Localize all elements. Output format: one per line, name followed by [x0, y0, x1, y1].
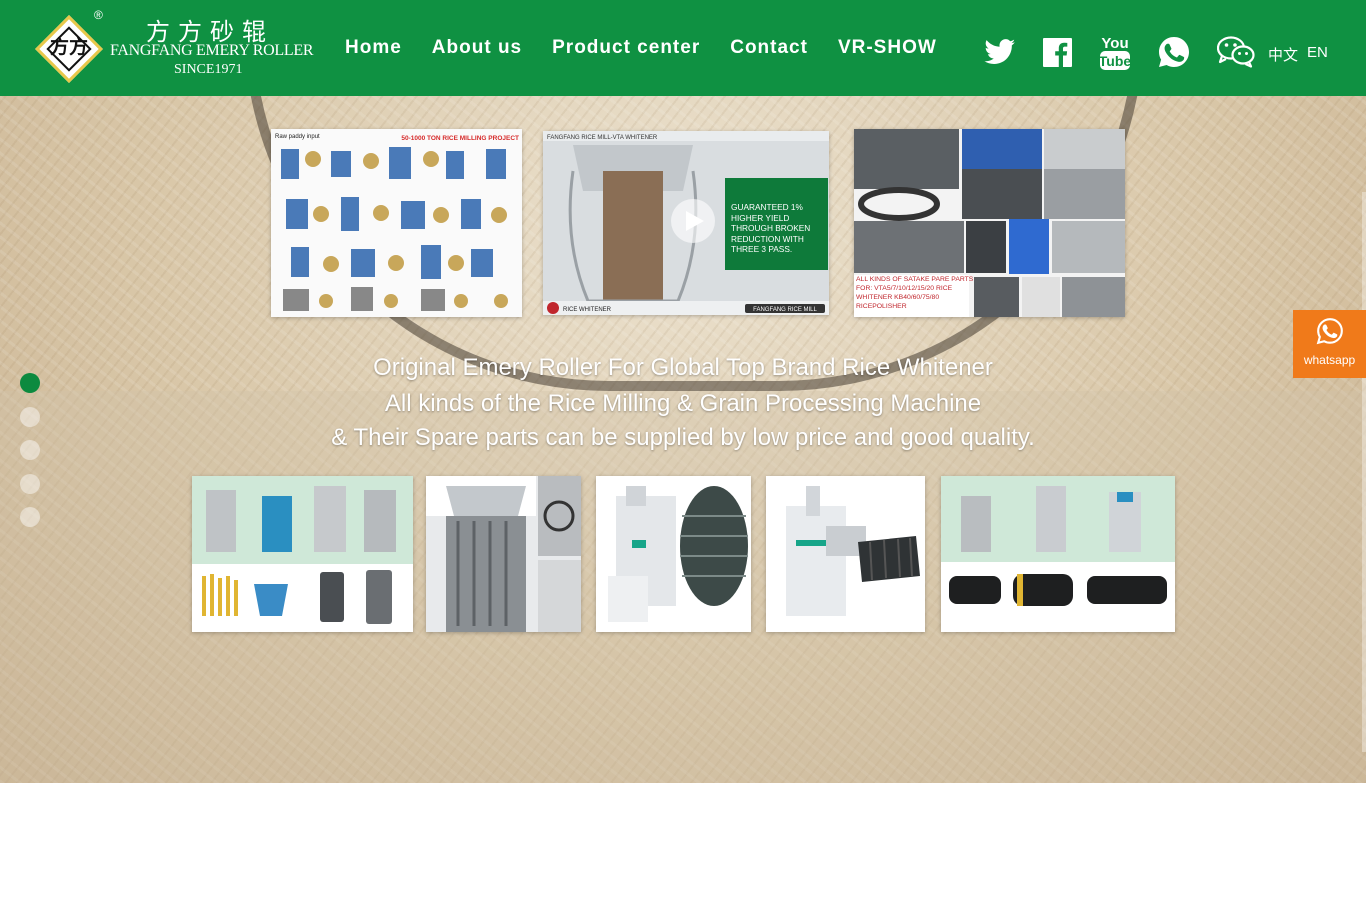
- logo-english-name: FANGFANG EMERY ROLLER: [110, 42, 314, 59]
- twitter-icon[interactable]: [984, 39, 1016, 65]
- banner-edge-bar: [1362, 192, 1366, 752]
- t3-caption: ALL KINDS OF SATAKE PARE PARTS FOR: VTA5…: [856, 276, 974, 310]
- slide-dot-1[interactable]: [20, 373, 40, 393]
- hero-banner: Raw paddy input 50-1000 TON RICE MILLING…: [0, 96, 1366, 783]
- registered-mark: ®: [94, 8, 103, 22]
- site-header: 方方 ® 方方砂辊 FANGFANG EMERY ROLLER SINCE197…: [0, 0, 1366, 96]
- whatsapp-float-button[interactable]: whatsapp: [1293, 310, 1366, 378]
- banner-caption-line2: All kinds of the Rice Milling & Grain Pr…: [384, 390, 982, 417]
- thumb-rice-milling-project[interactable]: Raw paddy input 50-1000 TON RICE MILLING…: [271, 129, 522, 317]
- whatsapp-float-label: whatsapp: [1303, 353, 1356, 367]
- facebook-icon[interactable]: [1043, 37, 1072, 67]
- lang-english[interactable]: EN: [1307, 44, 1328, 61]
- nav-vr-show[interactable]: VR-SHOW: [838, 37, 937, 59]
- t2-headline: GUARANTEED 1% HIGHER YIELD THROUGH BROKE…: [731, 202, 811, 254]
- youtube-text-bottom: Tube: [1099, 53, 1131, 69]
- thumb-video-vta-whitener[interactable]: FANGFANG RICE MILL-VTA WHITENER GUARANTE…: [543, 131, 829, 315]
- slide-dot-5[interactable]: [20, 507, 40, 527]
- thumb-satake-spare-parts[interactable]: ALL KINDS OF SATAKE PARE PARTS FOR: VTA5…: [854, 129, 1125, 317]
- spare-parts-collage: ALL KINDS OF SATAKE PARE PARTS FOR: VTA5…: [854, 129, 1125, 317]
- site-logo[interactable]: 方方 ® 方方砂辊 FANGFANG EMERY ROLLER SINCE197…: [30, 8, 320, 88]
- product-thumb-vertical-whitener[interactable]: [596, 476, 751, 632]
- main-nav: Home About us Product center Contact VR-…: [330, 37, 952, 59]
- product-thumb-screen-cylinder[interactable]: [426, 476, 581, 632]
- screen-cylinder-image: [426, 476, 581, 632]
- nav-about-us[interactable]: About us: [432, 37, 522, 59]
- machine-lineup-image: [941, 476, 1175, 632]
- t1-label: Raw paddy input: [275, 134, 320, 140]
- whatsapp-icon[interactable]: [1158, 36, 1190, 68]
- product-thumb-whitener-set[interactable]: [192, 476, 413, 632]
- milling-project-diagram: Raw paddy input 50-1000 TON RICE MILLING…: [271, 129, 522, 317]
- slide-dot-3[interactable]: [20, 440, 40, 460]
- vertical-whitener-image: [596, 476, 751, 632]
- vta-whitener-video: FANGFANG RICE MILL-VTA WHITENER GUARANTE…: [543, 131, 829, 315]
- product-thumb-horizontal-polisher[interactable]: [766, 476, 925, 632]
- nav-product-center[interactable]: Product center: [552, 37, 700, 59]
- t2-footer-right: FANGFANG RICE MILL: [753, 307, 817, 313]
- banner-caption-line1: Original Emery Roller For Global Top Bra…: [373, 354, 993, 381]
- social-links: You Tube: [984, 30, 1282, 74]
- t1-title: 50-1000 TON RICE MILLING PROJECT: [401, 135, 519, 142]
- t2-footer-left: RICE WHITENER: [563, 307, 612, 313]
- nav-home[interactable]: Home: [345, 37, 402, 59]
- slide-dot-2[interactable]: [20, 406, 40, 427]
- logo-since: SINCE1971: [174, 62, 243, 77]
- horizontal-polisher-image: [766, 476, 925, 632]
- slide-indicators: [20, 373, 40, 541]
- lang-chinese[interactable]: 中文: [1268, 44, 1298, 65]
- whatsapp-float-icon: [1316, 318, 1343, 345]
- wechat-icon[interactable]: [1217, 36, 1255, 68]
- banner-caption-line3: & Their Spare parts can be supplied by l…: [331, 424, 1035, 451]
- logo-mark-text: 方方: [49, 36, 88, 58]
- youtube-icon[interactable]: You Tube: [1099, 33, 1131, 71]
- t2-title: FANGFANG RICE MILL-VTA WHITENER: [547, 135, 658, 141]
- slide-dot-4[interactable]: [20, 473, 40, 494]
- whitener-set-image: [192, 476, 413, 632]
- youtube-text-top: You: [1101, 35, 1128, 52]
- nav-contact[interactable]: Contact: [730, 37, 808, 59]
- product-thumb-machine-lineup[interactable]: [941, 476, 1175, 632]
